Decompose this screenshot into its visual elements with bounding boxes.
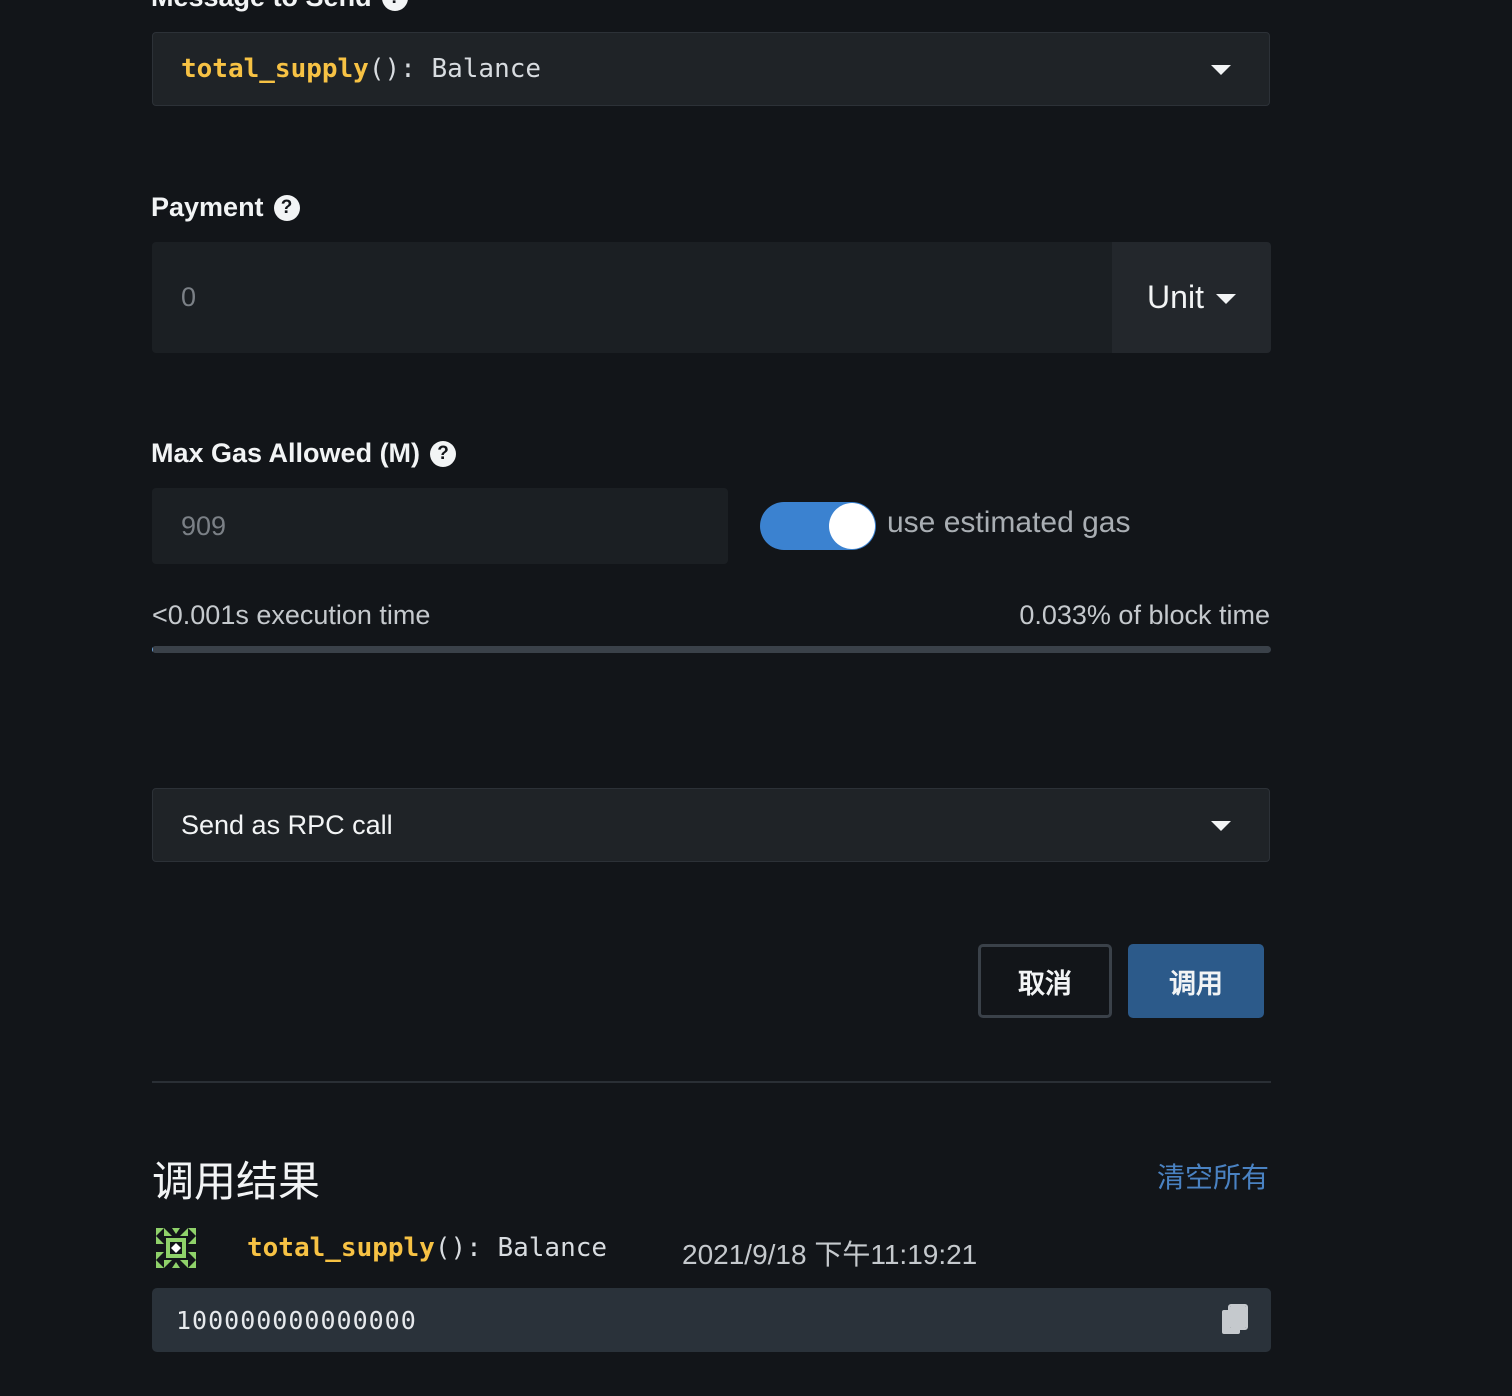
- clear-all-link[interactable]: 清空所有: [1157, 1156, 1269, 1196]
- send-mode-select[interactable]: Send as RPC call: [152, 788, 1270, 862]
- gas-input[interactable]: 909: [152, 488, 728, 564]
- gas-placeholder: 909: [181, 510, 227, 541]
- toggle-knob: [829, 503, 875, 549]
- call-button[interactable]: 调用: [1128, 944, 1264, 1018]
- divider: [152, 1081, 1271, 1083]
- message-fn-return: Balance: [431, 54, 542, 84]
- payment-label: Payment ?: [151, 192, 300, 223]
- block-time-bar: [152, 646, 1271, 653]
- gas-label: Max Gas Allowed (M) ?: [151, 438, 457, 469]
- message-label: Message to Send ?: [151, 0, 408, 13]
- cancel-button[interactable]: 取消: [978, 944, 1112, 1018]
- result-fn-colon: :: [466, 1233, 482, 1263]
- copy-icon[interactable]: [1221, 1304, 1249, 1336]
- result-value: 100000000000000: [176, 1305, 417, 1335]
- message-signature: total_supply(): Balance: [181, 54, 541, 84]
- question-circle-icon[interactable]: ?: [381, 0, 408, 11]
- result-signature: total_supply(): Balance: [247, 1233, 607, 1263]
- message-label-text: Message to Send: [151, 0, 372, 13]
- results-title: 调用结果: [152, 1158, 321, 1205]
- message-fn-colon: :: [400, 54, 416, 84]
- message-fn-parens: (): [368, 54, 401, 84]
- payment-placeholder: 0: [181, 282, 197, 312]
- result-fn-name: total_supply: [247, 1233, 435, 1263]
- caret-down-icon: [1211, 821, 1231, 831]
- unit-select[interactable]: Unit: [1112, 242, 1271, 353]
- result-timestamp: 2021/9/18 下午11:19:21: [682, 1239, 978, 1270]
- unit-label: Unit: [1147, 279, 1204, 315]
- result-fn-parens: (): [434, 1233, 467, 1263]
- question-circle-icon[interactable]: ?: [273, 194, 300, 221]
- estimated-gas-toggle[interactable]: [760, 502, 876, 550]
- send-mode-value: Send as RPC call: [181, 809, 393, 840]
- gas-label-text: Max Gas Allowed (M): [151, 438, 421, 468]
- block-time: 0.033% of block time: [1019, 600, 1270, 630]
- result-fn-return: Balance: [497, 1233, 608, 1263]
- caret-down-icon: [1215, 294, 1236, 304]
- identicon-avatar: [156, 1228, 196, 1268]
- caret-down-icon: [1211, 65, 1231, 75]
- contract-call-panel: Message to Send ? total_supply(): Balanc…: [0, 0, 1512, 1396]
- payment-input[interactable]: 0: [152, 242, 1114, 353]
- message-select[interactable]: total_supply(): Balance: [152, 32, 1270, 106]
- payment-label-text: Payment: [151, 192, 264, 222]
- message-fn-name: total_supply: [181, 54, 369, 84]
- execution-time: <0.001s execution time: [152, 600, 431, 630]
- question-circle-icon[interactable]: ?: [430, 440, 457, 467]
- result-value-box: 100000000000000: [152, 1288, 1271, 1352]
- estimated-gas-label: use estimated gas: [887, 506, 1131, 539]
